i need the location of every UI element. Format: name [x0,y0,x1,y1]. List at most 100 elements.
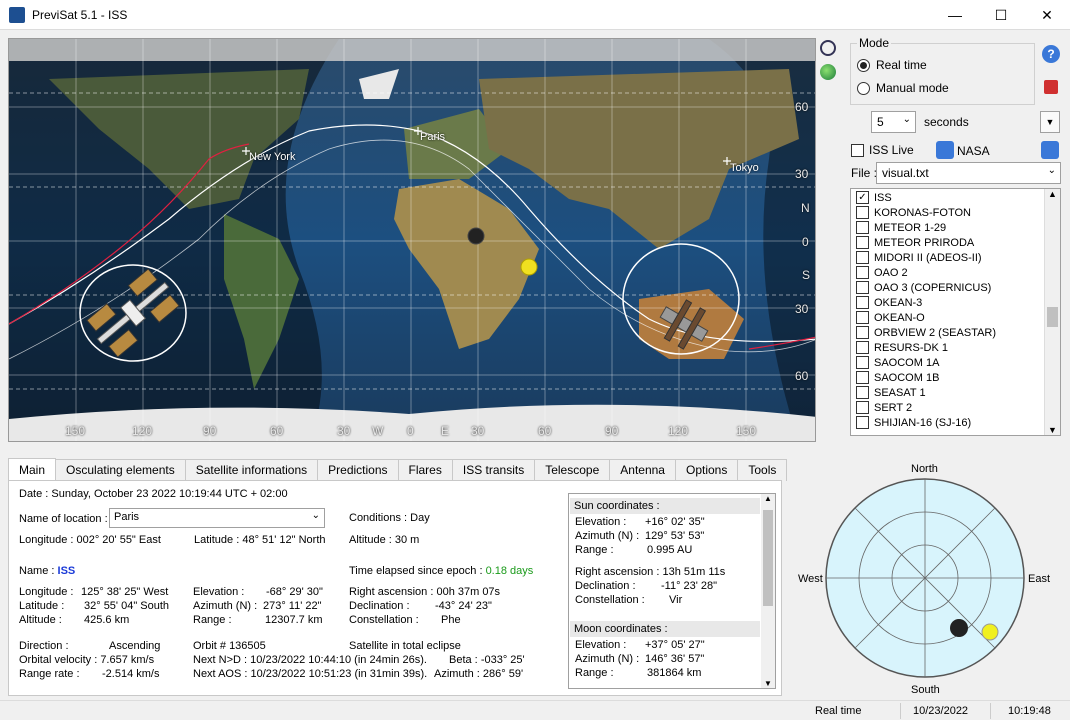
checkbox-unchecked-icon[interactable] [856,311,869,324]
checkbox-unchecked-icon[interactable] [856,416,869,429]
list-item[interactable]: OAO 3 (COPERNICUS) [851,280,1060,295]
list-item[interactable]: RESURS-DK 1 [851,340,1060,355]
lat-tick: 30 [795,167,809,181]
tab-flares[interactable]: Flares [397,459,453,481]
sky-south-label: South [911,684,940,696]
checkbox-unchecked-icon[interactable] [856,266,869,279]
checkbox-unchecked-icon[interactable] [856,326,869,339]
list-item[interactable]: SERT 2 [851,400,1060,415]
location-value: Paris [114,511,140,523]
tab-tools[interactable]: Tools [737,459,788,481]
checkbox-checked-icon[interactable]: ✓ [856,191,869,204]
lon-tick: 0 [407,424,414,438]
sat-alt-label: Altitude : [19,614,62,626]
zoom-icon[interactable] [820,40,836,56]
real-time-label: Real time [876,58,927,72]
real-time-radio[interactable]: Real time [857,58,927,72]
checkbox-unchecked-icon[interactable] [856,296,869,309]
list-item[interactable]: ORBVIEW 2 (SEASTAR) [851,325,1060,340]
satellite-name: ORBVIEW 2 (SEASTAR) [874,326,997,339]
checkbox-unchecked-icon[interactable] [856,251,869,264]
tab-osculating-elements[interactable]: Osculating elements [55,459,186,481]
satellite-name: SHIJIAN-16 (SJ-16) [874,416,972,429]
list-item[interactable]: MIDORI II (ADEOS-II) [851,250,1060,265]
manual-mode-label: Manual mode [876,81,949,95]
help-icon[interactable]: ? [1042,45,1060,63]
step-select[interactable]: 5 ⌄ [871,111,916,133]
lat-tick: 30 [795,302,809,316]
checkbox-unchecked-icon[interactable] [856,356,869,369]
checkbox-unchecked-icon[interactable] [856,281,869,294]
scroll-up-icon[interactable]: ▲ [761,494,775,503]
scroll-down-icon[interactable]: ▼ [761,679,775,688]
moon-azimuth-value: 146° 36' 57" [645,653,705,665]
lat-tick: 60 [795,100,809,114]
list-item[interactable]: ✓ ISS [851,190,1060,205]
checkbox-unchecked-icon[interactable] [856,221,869,234]
minimize-button[interactable]: — [932,0,978,30]
app-icon [9,7,25,23]
tab-iss-transits[interactable]: ISS transits [451,459,536,481]
list-item[interactable]: SAOCOM 1A [851,355,1060,370]
checkbox-unchecked-icon[interactable] [856,206,869,219]
satellite-name: OKEAN-3 [874,296,923,309]
satellite-name: SAOCOM 1B [874,371,940,384]
maximize-button[interactable]: ☐ [978,0,1024,30]
list-item[interactable]: OKEAN-O [851,310,1060,325]
iss-live-checkbox[interactable]: ISS Live [851,143,914,157]
file-select[interactable]: visual.txt ⌄ [876,162,1061,184]
tab-telescope[interactable]: Telescope [534,459,611,481]
location-select[interactable]: Paris ⌄ [109,508,325,528]
list-item[interactable]: METEOR 1-29 [851,220,1060,235]
satellite-list[interactable]: ✓ ISS KORONAS-FOTON METEOR 1-29 METEOR PRIRO… [850,188,1061,436]
tab-antenna[interactable]: Antenna [609,459,676,481]
city-label: New York [249,151,296,163]
mode-label: Mode [857,36,892,50]
chevron-down-icon: ⌄ [902,114,911,125]
scroll-up-icon[interactable]: ▲ [1045,189,1060,199]
step-menu-button[interactable]: ▼ [1040,111,1060,133]
direction-value: Ascending [109,640,161,652]
list-scrollbar[interactable]: ▲ ▼ [1044,189,1060,435]
sun-moon-coordinates[interactable]: Sun coordinates : Elevation : +16° 02' 3… [568,493,776,689]
list-item[interactable]: SEASAT 1 [851,385,1060,400]
tab-predictions[interactable]: Predictions [317,459,399,481]
list-item[interactable]: OKEAN-3 [851,295,1060,310]
lon-tick: 150 [736,424,757,438]
nasa-icon[interactable] [936,141,954,159]
scroll-down-icon[interactable]: ▼ [1045,425,1060,435]
close-button[interactable]: ✕ [1024,0,1070,30]
checkbox-unchecked-icon[interactable] [856,401,869,414]
tab-options[interactable]: Options [674,459,739,481]
list-item[interactable]: METEOR PRIRODA [851,235,1060,250]
status-mode: Real time [815,705,862,717]
sky-chart[interactable] [824,477,1026,679]
tab-main[interactable]: Main [8,458,57,481]
checkbox-unchecked-icon[interactable] [856,236,869,249]
declination-label: Declination : [349,600,410,612]
checkbox-unchecked-icon[interactable] [856,386,869,399]
list-item[interactable]: KORONAS-FOTON [851,205,1060,220]
checkbox-unchecked-icon [851,143,864,157]
scroll-thumb[interactable] [1047,307,1058,327]
sun-range-label: Range : [575,544,614,556]
tab-satellite-informations[interactable]: Satellite informations [184,459,319,481]
lon-tick: 60 [538,424,552,438]
sun-icon [520,258,538,276]
file-value: visual.txt [882,166,929,180]
checkbox-unchecked-icon[interactable] [856,341,869,354]
coord-scrollbar[interactable]: ▲ ▼ [761,494,775,688]
sky-moon-icon [950,619,968,637]
list-item[interactable]: SHIJIAN-16 (SJ-16) [851,415,1060,430]
weather-icon[interactable] [1041,141,1059,159]
gift-icon[interactable] [1044,80,1058,94]
checkbox-unchecked-icon[interactable] [856,371,869,384]
world-map[interactable]: New York Paris Tokyo 150 120 90 60 30 W … [8,38,816,442]
status-bar: Real time 10/23/2022 10:19:48 [0,700,1070,720]
list-item[interactable]: OAO 2 [851,265,1060,280]
sun-ra-value: 13h 51m 11s [662,566,726,578]
list-item[interactable]: SAOCOM 1B [851,370,1060,385]
globe-icon[interactable] [820,64,836,80]
manual-mode-radio[interactable]: Manual mode [857,81,949,95]
scroll-thumb[interactable] [763,510,773,606]
